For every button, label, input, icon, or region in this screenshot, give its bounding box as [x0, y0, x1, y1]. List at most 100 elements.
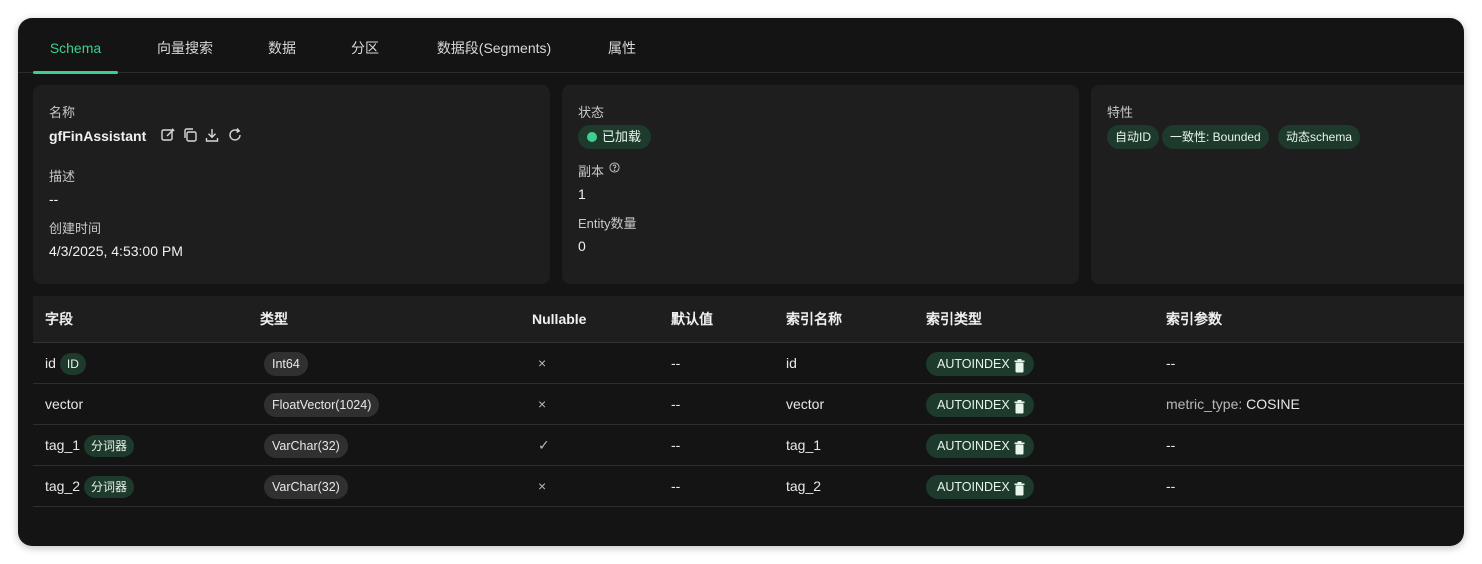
status-badge: 已加载 — [578, 125, 652, 149]
created-time-value: 4/3/2025, 4:53:00 PM — [49, 243, 183, 259]
table-row: tag_1 分词器 VarChar(32) ✓ -- tag_1 AUTOINDE… — [33, 425, 1464, 466]
entity-count-label: Entity数量 — [578, 216, 637, 231]
nullable-cell: × — [538, 355, 547, 371]
index-type-tag: AUTOINDEX — [926, 393, 1034, 418]
column-header-field: 字段 — [45, 311, 73, 327]
field-cell: tag_1 分词器 — [45, 425, 135, 465]
params-value: COSINE — [1246, 396, 1300, 412]
index-name-cell: tag_2 — [786, 478, 822, 494]
tab-segments[interactable]: 数据段(Segments) — [426, 18, 562, 73]
type-tag: VarChar(32) — [264, 475, 348, 500]
params-value: -- — [1166, 437, 1176, 453]
table-row: tag_2 分词器 VarChar(32) × -- tag_2 AUTOINDE… — [33, 466, 1464, 507]
index-type-cell: AUTOINDEX — [926, 343, 1034, 383]
column-header-index-type: 索引类型 — [926, 311, 982, 327]
index-params-cell: -- — [1166, 343, 1175, 383]
field-cell: id ID — [45, 343, 86, 383]
default-cell: -- — [671, 437, 681, 453]
tab-label: Schema — [49, 40, 102, 56]
default-cell: -- — [671, 478, 681, 494]
index-name-cell: id — [786, 355, 797, 371]
index-type-text: AUTOINDEX — [937, 357, 1010, 372]
trash-icon[interactable] — [1014, 480, 1025, 496]
collection-features-card: 特性 自动ID 一致性: Bounded 动态schema — [1091, 85, 1464, 284]
type-cell: VarChar(32) — [264, 425, 348, 465]
trash-icon[interactable] — [1014, 439, 1025, 455]
replica-value: 1 — [578, 186, 586, 202]
field-name: vector — [45, 396, 84, 412]
tab-label: 数据 — [268, 40, 296, 56]
field-tag: 分词器 — [84, 476, 135, 499]
tab-label: 属性 — [608, 40, 636, 56]
field-tag: ID — [59, 353, 86, 376]
index-type-cell: AUTOINDEX — [926, 466, 1034, 506]
table-row: id ID Int64 × -- id AUTOINDEX -- — [33, 343, 1464, 384]
name-label: 名称 — [49, 105, 76, 120]
description-label: 描述 — [49, 169, 76, 184]
active-tab-indicator — [33, 71, 118, 74]
help-circle-icon[interactable] — [609, 161, 620, 173]
default-cell: -- — [671, 396, 681, 412]
replica-label: 副本 — [578, 161, 620, 180]
index-type-cell: AUTOINDEX — [926, 384, 1034, 424]
index-type-cell: AUTOINDEX — [926, 425, 1034, 465]
replica-label-text: 副本 — [578, 164, 605, 179]
edit-icon[interactable] — [160, 127, 176, 143]
column-header-index-params: 索引参数 — [1166, 311, 1222, 327]
created-time-label: 创建时间 — [49, 221, 102, 236]
refresh-icon[interactable] — [227, 127, 243, 143]
index-type-text: AUTOINDEX — [937, 480, 1010, 495]
feature-chip-dynamic-schema: 动态schema — [1278, 125, 1361, 149]
field-name: tag_2 — [45, 478, 81, 494]
type-tag: VarChar(32) — [264, 434, 348, 459]
index-params-cell: metric_type: COSINE — [1166, 384, 1300, 424]
index-type-tag: AUTOINDEX — [926, 434, 1034, 459]
type-cell: Int64 — [264, 343, 308, 383]
tab-bar: Schema 向量搜索 数据 分区 数据段(Segments) 属性 — [18, 18, 1464, 74]
tab-label: 向量搜索 — [157, 40, 213, 56]
status-dot-icon — [587, 132, 597, 142]
column-header-index-name: 索引名称 — [786, 311, 842, 327]
field-tag: 分词器 — [84, 435, 135, 458]
tab-data[interactable]: 数据 — [258, 18, 306, 73]
entity-count-value: 0 — [578, 238, 586, 254]
status-label: 状态 — [578, 105, 605, 120]
nullable-cell: × — [538, 478, 547, 494]
nullable-cell: ✓ — [538, 437, 550, 453]
params-key: metric_type: — [1166, 396, 1243, 412]
feature-chip-auto-id: 自动ID — [1107, 125, 1160, 149]
index-type-text: AUTOINDEX — [937, 398, 1010, 413]
collection-name: gfFinAssistant — [49, 128, 147, 144]
nullable-cell: × — [538, 396, 547, 412]
copy-icon[interactable] — [182, 127, 198, 143]
tab-schema[interactable]: Schema — [33, 18, 118, 74]
type-cell: FloatVector(1024) — [264, 384, 380, 424]
index-name-cell: tag_1 — [786, 437, 822, 453]
field-name: id — [45, 355, 56, 371]
tab-label: 分区 — [351, 40, 379, 56]
collection-detail-window: Schema 向量搜索 数据 分区 数据段(Segments) 属性 名称 gf… — [18, 18, 1464, 546]
column-header-default: 默认值 — [671, 311, 713, 327]
status-value: 已加载 — [602, 129, 642, 144]
feature-chip-consistency: 一致性: Bounded — [1162, 125, 1269, 149]
type-tag: Int64 — [264, 352, 308, 377]
tab-properties[interactable]: 属性 — [598, 18, 646, 73]
collection-status-card: 状态 已加载 副本 1 Entity数量 0 — [562, 85, 1079, 284]
table-row: vector FloatVector(1024) × -- vector AUT… — [33, 384, 1464, 425]
field-cell: tag_2 分词器 — [45, 466, 135, 506]
default-cell: -- — [671, 355, 681, 371]
column-header-type: 类型 — [260, 311, 288, 327]
index-params-cell: -- — [1166, 425, 1175, 465]
field-name: tag_1 — [45, 437, 81, 453]
index-type-tag: AUTOINDEX — [926, 475, 1034, 500]
trash-icon[interactable] — [1014, 357, 1025, 373]
field-cell: vector — [45, 384, 83, 424]
tab-partitions[interactable]: 分区 — [341, 18, 389, 73]
tab-vector-search[interactable]: 向量搜索 — [146, 18, 224, 73]
table-header: 字段 类型 Nullable 默认值 索引名称 索引类型 索引参数 — [33, 296, 1464, 343]
trash-icon[interactable] — [1014, 398, 1025, 414]
collection-info-card: 名称 gfFinAssistant 描述 -- 创建时间 4/3/2025, 4… — [33, 85, 550, 284]
download-icon[interactable] — [204, 127, 220, 143]
type-tag: FloatVector(1024) — [264, 393, 380, 418]
index-params-cell: -- — [1166, 466, 1175, 506]
